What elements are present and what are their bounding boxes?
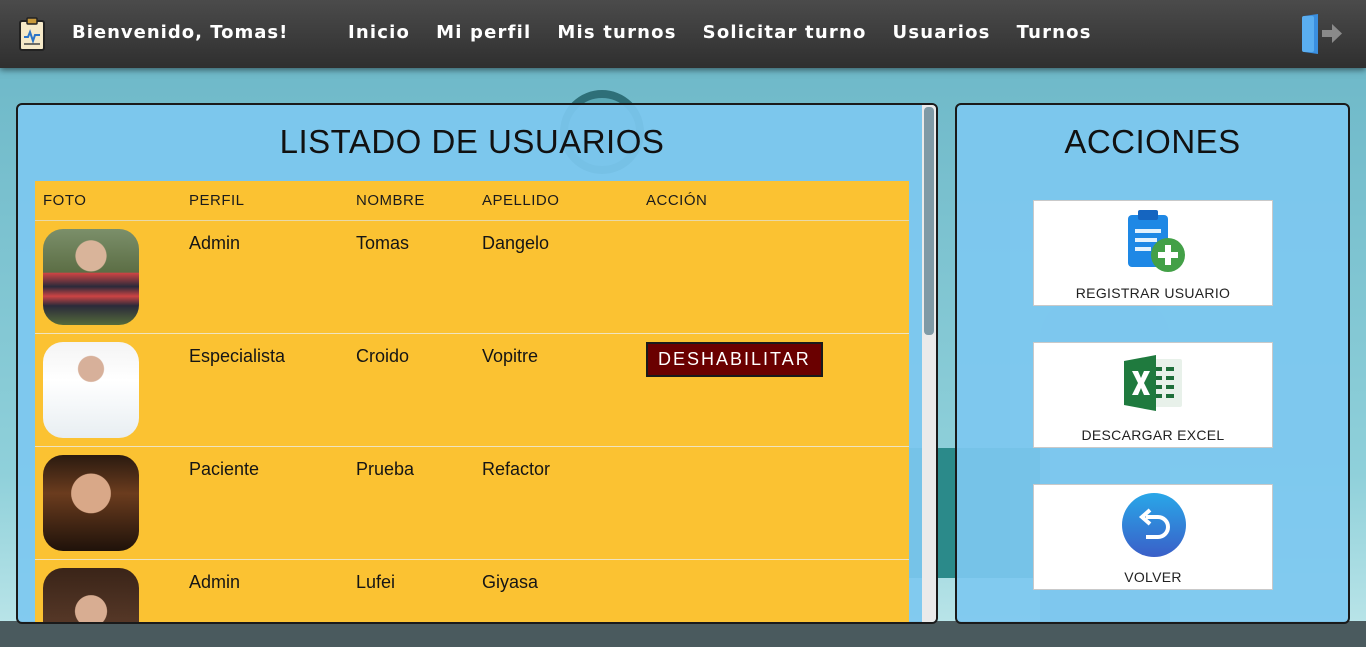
accion-cell: DESHABILITAR [638,334,909,446]
background-floor [0,621,1366,647]
welcome-message: Bienvenido, Tomas! [72,22,289,43]
table-row: Paciente Prueba Refactor [35,447,909,560]
nav-mis-turnos[interactable]: Mis turnos [557,22,676,43]
user-photo [43,568,139,622]
actions-panel: ACCIONES REGISTRAR USUARIO DESCARGAR EXC… [955,103,1350,624]
column-header-accion: ACCIÓN [646,192,708,209]
table-row: Admin Tomas Dangelo [35,221,909,334]
undo-arrow-icon [1122,493,1186,557]
main-nav: Inicio Mi perfil Mis turnos Solicitar tu… [348,22,1092,43]
user-photo [43,455,139,551]
register-user-label: REGISTRAR USUARIO [1075,285,1231,301]
nav-turnos[interactable]: Turnos [1017,22,1092,43]
nav-usuarios[interactable]: Usuarios [893,22,991,43]
users-list-panel: LISTADO DE USUARIOS FOTO PERFIL NOMBRE A… [16,103,938,624]
accion-cell [638,447,909,559]
register-user-button[interactable]: REGISTRAR USUARIO [1033,200,1273,306]
photo-cell [35,560,181,622]
scroll-thumb[interactable] [924,107,934,335]
nombre-cell: Tomas [356,233,410,253]
perfil-cell: Especialista [189,346,286,366]
perfil-cell: Admin [189,233,241,253]
logout-icon[interactable] [1300,12,1344,56]
disable-user-button[interactable]: DESHABILITAR [646,342,823,377]
nombre-cell: Lufei [356,572,396,592]
excel-icon [1124,355,1182,411]
apellido-cell: Refactor [482,459,551,479]
nav-inicio[interactable]: Inicio [348,22,410,43]
user-photo [43,229,139,325]
top-navbar: Bienvenido, Tomas! Inicio Mi perfil Mis … [0,0,1366,68]
back-label: VOLVER [1124,569,1182,585]
users-scrollbar[interactable] [922,105,936,622]
table-row: Admin Lufei Giyasa [35,560,909,622]
nav-solicitar-turno[interactable]: Solicitar turno [703,22,867,43]
users-list-title: LISTADO DE USUARIOS [279,123,665,160]
user-photo [43,342,139,438]
column-header-perfil: PERFIL [189,192,245,209]
accion-cell [638,560,909,622]
clipboard-heart-icon[interactable] [18,17,46,51]
nombre-cell: Croido [356,346,410,366]
table-header: FOTO PERFIL NOMBRE APELLIDO ACCIÓN [35,181,909,221]
download-excel-label: DESCARGAR EXCEL [1081,427,1225,443]
perfil-cell: Admin [189,572,241,592]
back-button[interactable]: VOLVER [1033,484,1273,590]
users-table: FOTO PERFIL NOMBRE APELLIDO ACCIÓN Admin… [35,181,909,622]
nombre-cell: Prueba [356,459,415,479]
actions-title: ACCIONES [1064,123,1241,160]
clipboard-add-icon [1128,210,1185,272]
nav-mi-perfil[interactable]: Mi perfil [436,22,531,43]
column-header-nombre: NOMBRE [356,192,425,209]
table-row: Especialista Croido Vopitre DESHABILITAR [35,334,909,447]
photo-cell [35,334,181,446]
apellido-cell: Dangelo [482,233,550,253]
photo-cell [35,447,181,559]
apellido-cell: Vopitre [482,346,539,366]
accion-cell [638,221,909,333]
column-header-apellido: APELLIDO [482,192,560,209]
perfil-cell: Paciente [189,459,260,479]
apellido-cell: Giyasa [482,572,539,592]
photo-cell [35,221,181,333]
download-excel-button[interactable]: DESCARGAR EXCEL [1033,342,1273,448]
column-header-foto: FOTO [43,192,87,209]
